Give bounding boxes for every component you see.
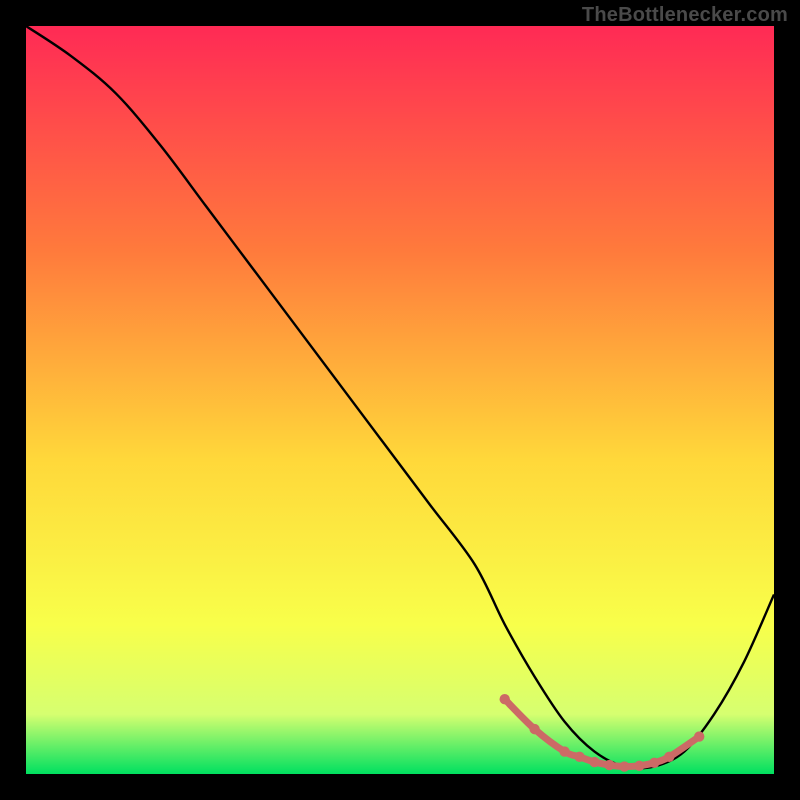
fit-marker-dot [619,761,629,771]
plot-area [26,26,774,774]
fit-marker-dot [649,758,659,768]
fit-marker-dot [604,760,614,770]
fit-marker-dot [574,752,584,762]
fit-marker-dot [500,694,510,704]
chart-stage: TheBottleneсker.com [0,0,800,800]
fit-marker-dot [529,724,539,734]
fit-marker-dot [634,761,644,771]
fit-marker-dot [694,731,704,741]
fit-marker-dot [559,746,569,756]
watermark-text: TheBottleneсker.com [582,4,788,27]
fit-marker-dot [664,752,674,762]
bottleneck-chart [26,26,774,774]
fit-marker-dot [589,757,599,767]
gradient-background [26,26,774,774]
